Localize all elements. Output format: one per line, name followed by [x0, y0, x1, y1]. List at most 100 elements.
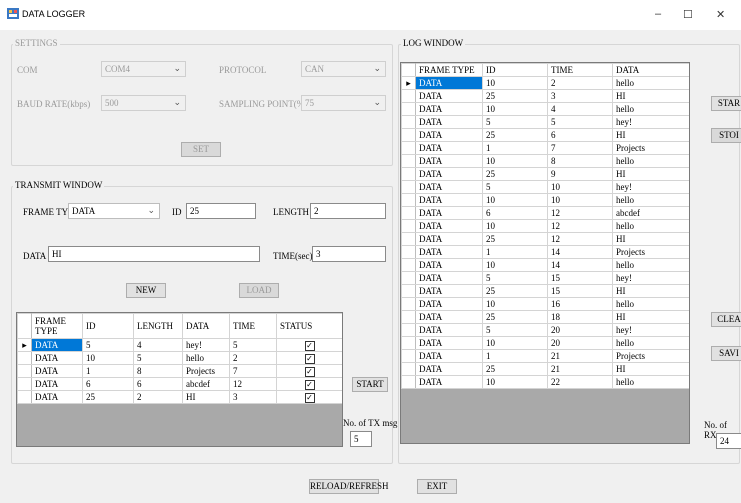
row-header[interactable]	[401, 362, 416, 376]
sampling-select[interactable]: 75 ⌄	[301, 95, 386, 111]
table-cell[interactable]: DATA	[415, 167, 483, 181]
table-cell[interactable]: DATA	[31, 351, 83, 365]
length-input[interactable]: 2	[310, 203, 386, 219]
table-cell[interactable]: 12	[547, 219, 613, 233]
table-cell[interactable]: 14	[547, 245, 613, 259]
table-cell[interactable]: Projects	[612, 349, 689, 363]
table-cell[interactable]: DATA	[415, 128, 483, 142]
table-row[interactable]: DATA 25 2 HI 3 ✓	[17, 390, 342, 404]
table-row[interactable]: ▸ DATA 5 4 hey! 5 ✓	[17, 338, 342, 352]
table-cell[interactable]: 10	[547, 180, 613, 194]
table-cell[interactable]: 2	[547, 76, 613, 90]
row-header[interactable]	[401, 154, 416, 168]
clear-button[interactable]: CLEA	[711, 312, 741, 327]
com-select[interactable]: COM4 ⌄	[101, 61, 186, 77]
table-cell[interactable]: 25	[482, 362, 548, 376]
frame-type-select[interactable]: DATA ⌄	[68, 203, 160, 219]
table-cell[interactable]: 5	[482, 115, 548, 129]
column-header-data[interactable]: DATA	[612, 63, 689, 77]
table-cell[interactable]: 5	[229, 338, 277, 352]
tx-start-button[interactable]: START	[352, 377, 388, 392]
table-cell[interactable]: 10	[482, 297, 548, 311]
time-input[interactable]: 3	[312, 246, 386, 262]
table-row[interactable]: DATA 10 14 hello	[401, 258, 689, 272]
table-cell[interactable]: 21	[547, 362, 613, 376]
table-cell[interactable]: 5	[482, 180, 548, 194]
table-cell[interactable]: 25	[482, 284, 548, 298]
table-cell[interactable]: hello	[612, 193, 689, 207]
table-cell[interactable]: 7	[547, 141, 613, 155]
row-header[interactable]	[401, 128, 416, 142]
table-cell[interactable]: 1	[482, 245, 548, 259]
table-cell[interactable]: 25	[82, 390, 134, 404]
table-cell[interactable]: HI	[612, 89, 689, 103]
column-header-frame-type[interactable]: FRAME TYPE	[415, 63, 483, 77]
table-cell[interactable]: HI	[612, 128, 689, 142]
status-cell[interactable]: ✓	[276, 364, 342, 378]
row-header[interactable]	[401, 141, 416, 155]
table-cell[interactable]: 10	[482, 154, 548, 168]
table-cell[interactable]: 15	[547, 284, 613, 298]
row-header[interactable]	[401, 89, 416, 103]
table-row[interactable]: DATA 5 5 hey!	[401, 115, 689, 129]
table-cell[interactable]: HI	[612, 362, 689, 376]
status-cell[interactable]: ✓	[276, 390, 342, 404]
row-header[interactable]	[401, 206, 416, 220]
row-header[interactable]: ▸	[17, 338, 32, 352]
status-checkbox[interactable]: ✓	[304, 353, 315, 364]
table-cell[interactable]: hello	[612, 375, 689, 389]
row-header[interactable]	[17, 377, 32, 391]
table-cell[interactable]: DATA	[415, 310, 483, 324]
table-cell[interactable]: 10	[82, 351, 134, 365]
table-cell[interactable]: 12	[229, 377, 277, 391]
table-cell[interactable]: 10	[482, 193, 548, 207]
status-cell[interactable]: ✓	[276, 377, 342, 391]
table-cell[interactable]: HI	[612, 310, 689, 324]
table-row[interactable]: DATA 25 18 HI	[401, 310, 689, 324]
table-row[interactable]: DATA 10 4 hello	[401, 102, 689, 116]
table-cell[interactable]: 1	[82, 364, 134, 378]
row-header[interactable]	[401, 284, 416, 298]
table-cell[interactable]: DATA	[415, 219, 483, 233]
table-cell[interactable]: DATA	[415, 271, 483, 285]
table-cell[interactable]: hello	[612, 258, 689, 272]
table-row[interactable]: DATA 25 9 HI	[401, 167, 689, 181]
column-header-time[interactable]: TIME	[229, 313, 277, 339]
table-cell[interactable]: DATA	[415, 323, 483, 337]
table-cell[interactable]: 1	[482, 349, 548, 363]
status-cell[interactable]: ✓	[276, 338, 342, 352]
table-cell[interactable]: 25	[482, 232, 548, 246]
table-cell[interactable]: DATA	[415, 375, 483, 389]
table-cell[interactable]: 18	[547, 310, 613, 324]
table-row[interactable]: DATA 25 15 HI	[401, 284, 689, 298]
baud-select[interactable]: 500 ⌄	[101, 95, 186, 111]
table-cell[interactable]: 14	[547, 258, 613, 272]
table-cell[interactable]: 20	[547, 323, 613, 337]
table-cell[interactable]: HI	[612, 232, 689, 246]
table-cell[interactable]: hello	[612, 154, 689, 168]
table-row[interactable]: DATA 10 16 hello	[401, 297, 689, 311]
table-cell[interactable]: 10	[482, 102, 548, 116]
table-cell[interactable]: Projects	[612, 141, 689, 155]
table-cell[interactable]: 5	[482, 271, 548, 285]
table-cell[interactable]: 10	[482, 76, 548, 90]
row-header[interactable]	[401, 258, 416, 272]
table-cell[interactable]: DATA	[415, 180, 483, 194]
table-cell[interactable]: 25	[482, 128, 548, 142]
table-cell[interactable]: DATA	[415, 232, 483, 246]
row-header[interactable]	[401, 245, 416, 259]
table-cell[interactable]: 25	[482, 167, 548, 181]
table-cell[interactable]: 6	[482, 206, 548, 220]
table-cell[interactable]: 20	[547, 336, 613, 350]
table-row[interactable]: DATA 10 10 hello	[401, 193, 689, 207]
row-header[interactable]	[401, 271, 416, 285]
close-button[interactable]: ✕	[716, 8, 725, 21]
row-header[interactable]	[17, 364, 32, 378]
table-cell[interactable]: hello	[182, 351, 230, 365]
row-header[interactable]	[17, 390, 32, 404]
table-cell[interactable]: hey!	[612, 115, 689, 129]
table-cell[interactable]: 10	[482, 336, 548, 350]
column-header-status[interactable]: STATUS	[276, 313, 342, 339]
table-cell[interactable]: DATA	[415, 102, 483, 116]
table-cell[interactable]: 12	[547, 206, 613, 220]
